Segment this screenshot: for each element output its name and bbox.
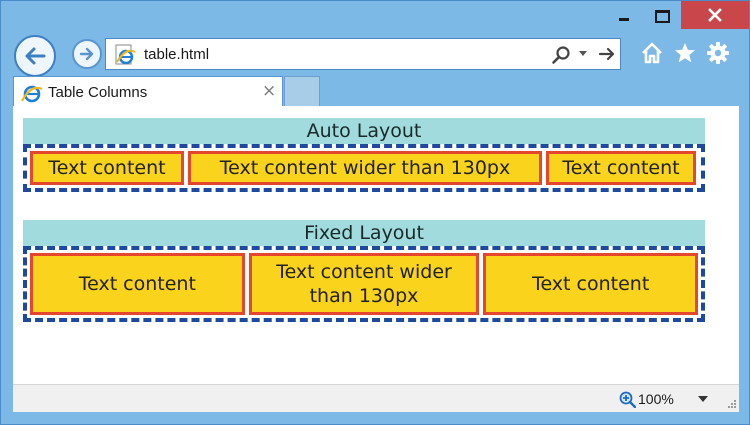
home-icon[interactable] bbox=[640, 41, 664, 65]
table-caption: Auto Layout bbox=[23, 118, 705, 144]
new-tab-button[interactable] bbox=[284, 76, 320, 107]
table-caption: Fixed Layout bbox=[23, 220, 705, 246]
ie-page-icon bbox=[115, 44, 136, 65]
address-url: table.html bbox=[144, 46, 210, 63]
tab-close-icon[interactable]: × bbox=[262, 83, 276, 100]
table-cell: Text content bbox=[546, 151, 696, 185]
chevron-down-icon[interactable] bbox=[698, 396, 708, 403]
table-row: Text content Text content wider than 130… bbox=[23, 246, 705, 322]
table-cell: Text content wider than 130px bbox=[188, 151, 542, 185]
browser-window: table.html Table Columns × Auto Layout T… bbox=[0, 0, 750, 425]
search-icon[interactable] bbox=[551, 45, 571, 65]
table-cell: Text content bbox=[483, 253, 699, 315]
maximize-icon bbox=[654, 9, 670, 23]
page-content: Auto Layout Text content Text content wi… bbox=[13, 106, 739, 384]
ie-page-icon bbox=[21, 85, 43, 103]
auto-layout-table: Auto Layout Text content Text content wi… bbox=[23, 118, 705, 192]
close-button[interactable] bbox=[681, 1, 749, 29]
back-arrow-icon bbox=[25, 47, 46, 65]
close-icon bbox=[708, 8, 722, 22]
table-cell: Text content bbox=[30, 151, 184, 185]
table-row: Text content Text content wider than 130… bbox=[23, 144, 705, 192]
fixed-layout-table: Fixed Layout Text content Text content w… bbox=[23, 220, 705, 322]
back-button[interactable] bbox=[14, 35, 56, 77]
zoom-level[interactable]: 100% bbox=[638, 391, 674, 407]
address-bar[interactable]: table.html bbox=[105, 38, 621, 70]
maximize-button[interactable] bbox=[647, 1, 677, 31]
table-cell: Text content wider than 130px bbox=[248, 253, 480, 315]
forward-button[interactable] bbox=[72, 39, 102, 69]
tab-title: Table Columns bbox=[48, 84, 148, 101]
resize-grip-icon[interactable] bbox=[725, 399, 737, 411]
zoom-icon[interactable] bbox=[619, 391, 636, 408]
forward-arrow-icon bbox=[79, 47, 94, 61]
status-bar: 100% bbox=[13, 384, 739, 412]
go-arrow-icon[interactable] bbox=[598, 45, 616, 63]
tab-table-columns[interactable]: Table Columns × bbox=[13, 76, 283, 107]
gear-icon[interactable] bbox=[706, 41, 730, 65]
minimize-button[interactable] bbox=[609, 1, 639, 31]
chevron-down-icon[interactable] bbox=[578, 48, 588, 58]
minimize-icon bbox=[619, 17, 629, 21]
star-icon[interactable] bbox=[673, 41, 697, 65]
table-cell: Text content bbox=[30, 253, 245, 315]
